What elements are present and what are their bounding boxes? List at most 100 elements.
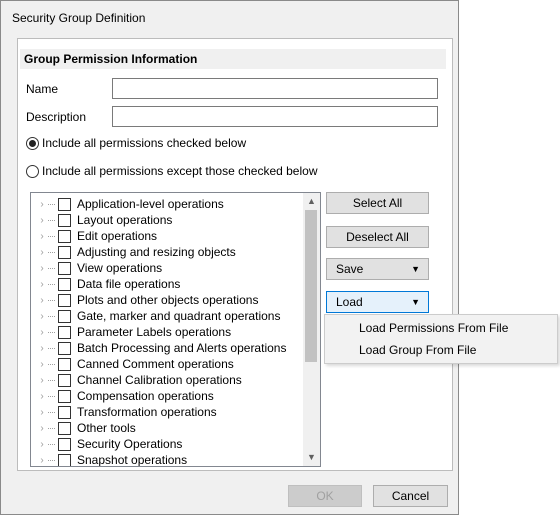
chevron-right-icon[interactable]: › [36, 343, 48, 354]
chevron-right-icon[interactable]: › [36, 215, 48, 226]
tree-checkbox[interactable] [58, 405, 71, 419]
chevron-right-icon[interactable]: › [36, 263, 48, 274]
tree-connector [48, 459, 55, 461]
tree-row-label: Parameter Labels operations [77, 325, 232, 339]
scrollbar-thumb[interactable] [305, 210, 317, 362]
description-label: Description [26, 110, 87, 124]
tree-connector [48, 427, 55, 429]
chevron-right-icon[interactable]: › [36, 375, 48, 386]
group-permission-panel: Group Permission Information Name Descri… [17, 38, 453, 471]
arrow-down-icon[interactable]: ▼ [303, 449, 320, 466]
tree-checkbox[interactable] [58, 245, 71, 259]
tree-row[interactable]: › Compensation operations [31, 388, 214, 404]
tree-row[interactable]: › Batch Processing and Alerts operations [31, 340, 286, 356]
tree-row[interactable]: › Gate, marker and quadrant operations [31, 308, 280, 324]
arrow-up-icon[interactable]: ▲ [303, 193, 320, 210]
tree-checkbox[interactable] [58, 229, 71, 243]
tree-row-label: Data file operations [77, 277, 181, 291]
chevron-right-icon[interactable]: › [36, 199, 48, 210]
tree-checkbox[interactable] [58, 341, 71, 355]
tree-checkbox[interactable] [58, 197, 71, 211]
tree-row[interactable]: › Canned Comment operations [31, 356, 233, 372]
tree-row-label: Other tools [77, 421, 136, 435]
tree-row[interactable]: › Adjusting and resizing objects [31, 244, 235, 260]
tree-connector [48, 203, 55, 205]
cancel-button[interactable]: Cancel [373, 485, 448, 507]
chevron-right-icon[interactable]: › [36, 423, 48, 434]
tree-connector [48, 331, 55, 333]
tree-row[interactable]: › View operations [31, 260, 162, 276]
tree-row[interactable]: › Layout operations [31, 212, 172, 228]
chevron-right-icon[interactable]: › [36, 455, 48, 466]
chevron-right-icon[interactable]: › [36, 231, 48, 242]
tree-checkbox[interactable] [58, 373, 71, 387]
tree-row[interactable]: › Data file operations [31, 276, 180, 292]
chevron-right-icon[interactable]: › [36, 439, 48, 450]
load-dropdown-button[interactable]: Load ▼ [326, 291, 429, 313]
tree-connector [48, 251, 55, 253]
tree-row[interactable]: › Plots and other objects operations [31, 292, 258, 308]
chevron-right-icon[interactable]: › [36, 407, 48, 418]
tree-checkbox[interactable] [58, 357, 71, 371]
tree-connector [48, 283, 55, 285]
tree-row[interactable]: › Application-level operations [31, 196, 223, 212]
ok-button[interactable]: OK [288, 485, 362, 507]
group-header: Group Permission Information [20, 49, 446, 69]
load-label: Load [336, 295, 363, 309]
tree-row-label: Edit operations [77, 229, 158, 243]
chevron-right-icon[interactable]: › [36, 279, 48, 290]
radio-include-checked[interactable]: Include all permissions checked below [26, 136, 246, 150]
tree-row-label: Plots and other objects operations [77, 293, 259, 307]
tree-connector [48, 363, 55, 365]
description-input[interactable] [112, 106, 438, 127]
name-label: Name [26, 82, 59, 96]
chevron-right-icon[interactable]: › [36, 359, 48, 370]
radio-include-label: Include all permissions checked below [42, 136, 247, 150]
load-menu: Load Permissions From File Load Group Fr… [324, 314, 558, 364]
tree-row[interactable]: › Other tools [31, 420, 136, 436]
chevron-right-icon[interactable]: › [36, 311, 48, 322]
menu-item-load-permissions[interactable]: Load Permissions From File [359, 321, 508, 335]
tree-checkbox[interactable] [58, 325, 71, 339]
tree-row-label: Transformation operations [77, 405, 217, 419]
permissions-tree[interactable]: › Application-level operations › Layout ope… [30, 192, 321, 467]
chevron-right-icon[interactable]: › [36, 327, 48, 338]
tree-row-label: Batch Processing and Alerts operations [77, 341, 287, 355]
tree-checkbox[interactable] [58, 277, 71, 291]
save-label: Save [336, 262, 364, 276]
deselect-all-button[interactable]: Deselect All [326, 226, 429, 248]
chevron-right-icon[interactable]: › [36, 391, 48, 402]
chevron-right-icon[interactable]: › [36, 247, 48, 258]
tree-checkbox[interactable] [58, 389, 71, 403]
radio-include-except[interactable]: Include all permissions except those che… [26, 164, 317, 178]
tree-checkbox[interactable] [58, 293, 71, 307]
select-all-button[interactable]: Select All [326, 192, 429, 214]
tree-row[interactable]: › Channel Calibration operations [31, 372, 241, 388]
tree-row-label: Snapshot operations [77, 453, 188, 467]
save-dropdown-button[interactable]: Save ▼ [326, 258, 429, 280]
tree-row[interactable]: › Transformation operations [31, 404, 217, 420]
menu-item-load-group[interactable]: Load Group From File [359, 343, 476, 357]
tree-connector [48, 299, 55, 301]
tree-connector [48, 219, 55, 221]
tree-row[interactable]: › Edit operations [31, 228, 157, 244]
tree-connector [48, 395, 55, 397]
name-input[interactable] [112, 78, 438, 99]
tree-row-label: Compensation operations [77, 389, 214, 403]
tree-checkbox[interactable] [58, 261, 71, 275]
tree-row[interactable]: › Security Operations [31, 436, 182, 452]
tree-checkbox[interactable] [58, 453, 71, 466]
tree-scrollbar[interactable]: ▲ ▼ [303, 193, 320, 466]
radio-selected-icon [26, 136, 39, 150]
tree-checkbox[interactable] [58, 437, 71, 451]
tree-row-label: Gate, marker and quadrant operations [77, 309, 281, 323]
tree-connector [48, 235, 55, 237]
tree-checkbox[interactable] [58, 213, 71, 227]
tree-row[interactable]: › Snapshot operations [31, 452, 188, 467]
tree-connector [48, 379, 55, 381]
radio-unselected-icon [26, 164, 39, 178]
tree-row[interactable]: › Parameter Labels operations [31, 324, 231, 340]
tree-checkbox[interactable] [58, 421, 71, 435]
tree-checkbox[interactable] [58, 309, 71, 323]
chevron-right-icon[interactable]: › [36, 295, 48, 306]
